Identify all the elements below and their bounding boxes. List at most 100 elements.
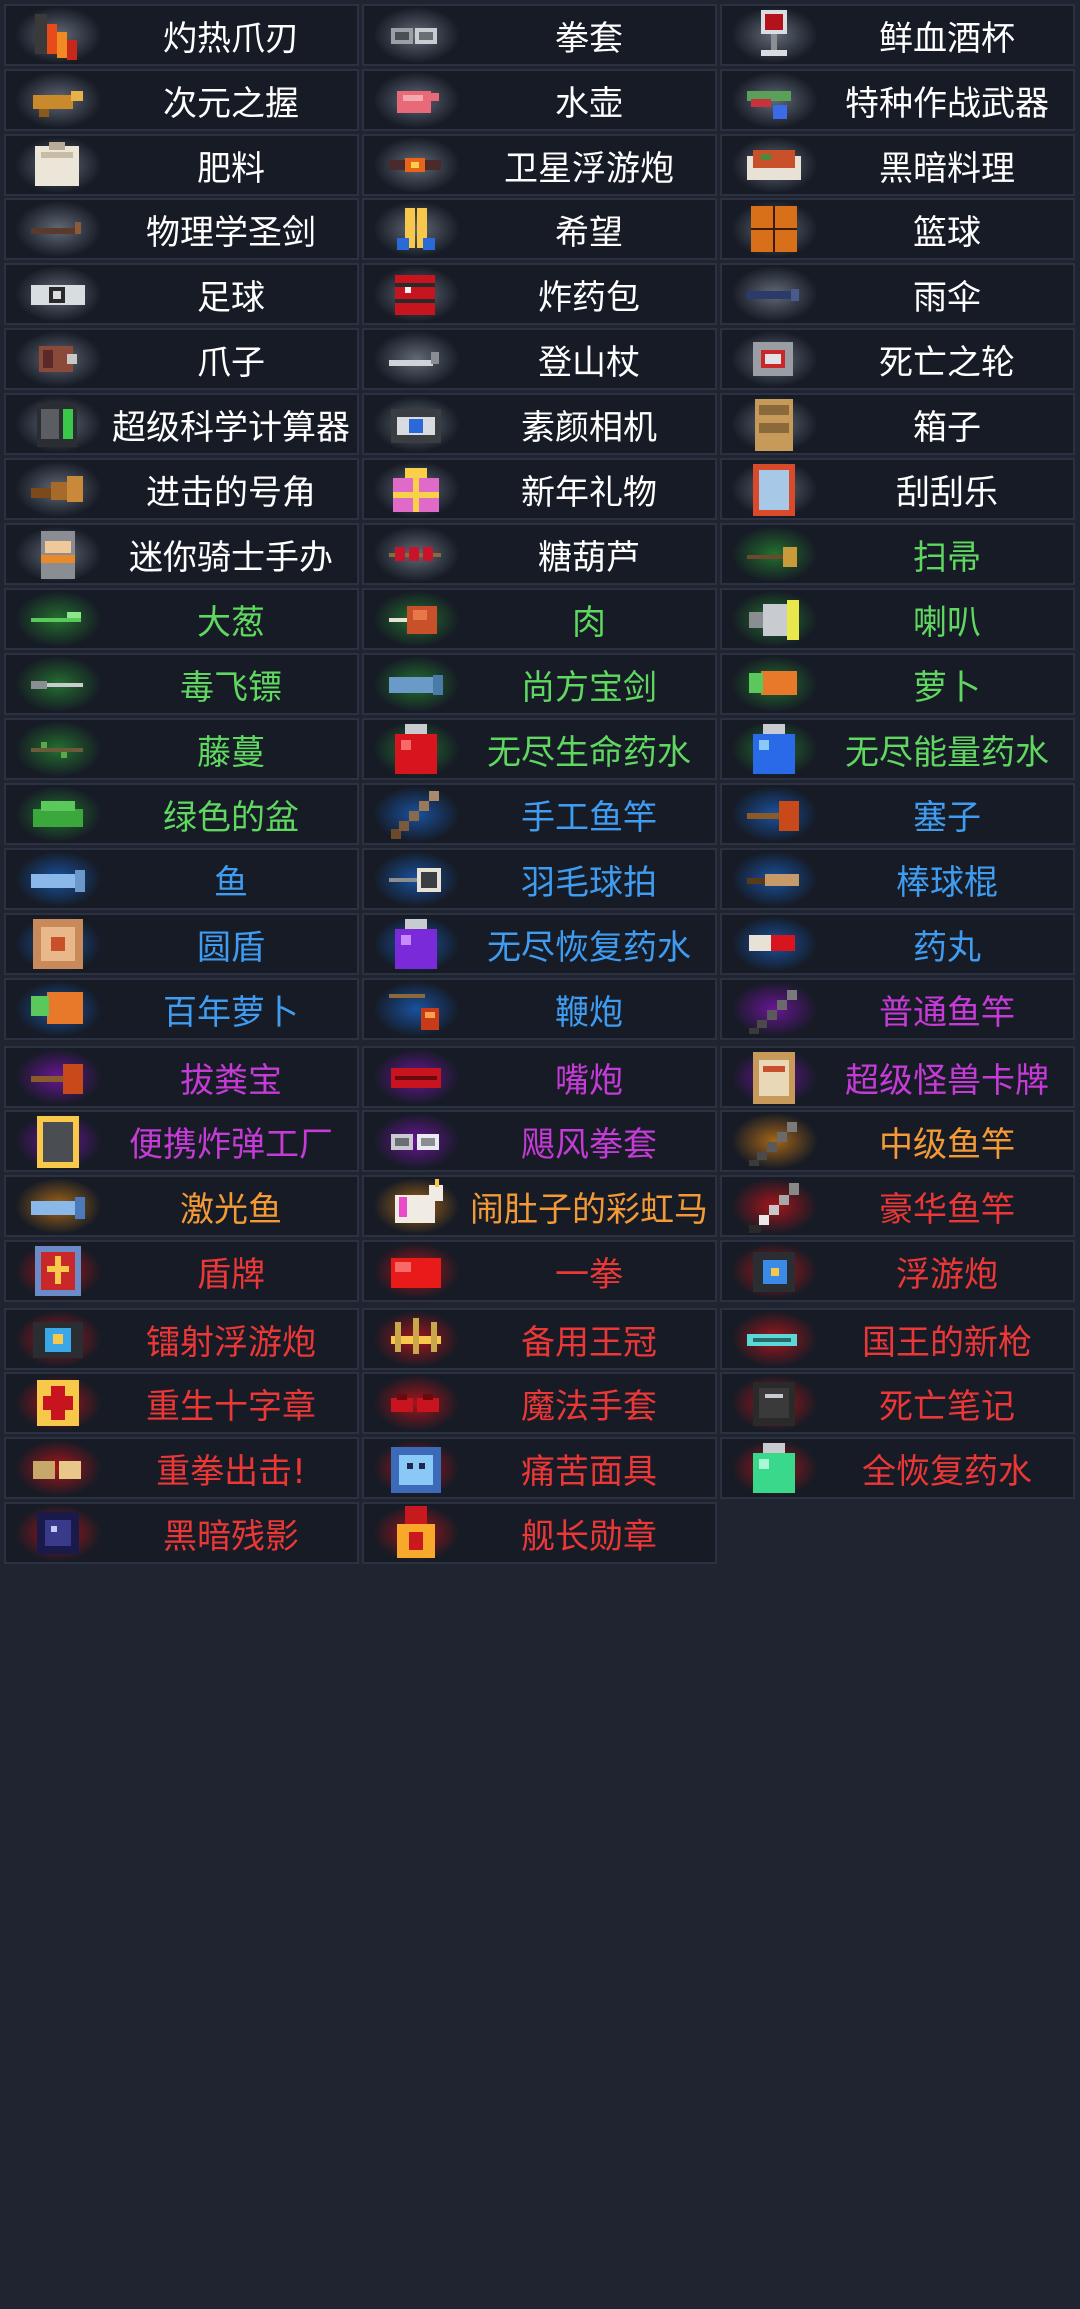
item-name: 新年礼物 (521, 472, 657, 513)
item-cell[interactable]: 物理学圣剑 (4, 198, 359, 260)
item-cell[interactable]: 羽毛球拍 (362, 848, 717, 910)
item-cell[interactable]: 镭射浮游炮 (4, 1308, 359, 1370)
item-name: 素颜相机 (521, 407, 657, 448)
fishing-rod-icon (743, 980, 805, 1038)
item-cell[interactable]: 刮刮乐 (720, 458, 1075, 520)
item-cell[interactable]: 死亡之轮 (720, 328, 1075, 390)
item-cell[interactable]: 超级科学计算器 (4, 393, 359, 455)
item-cell[interactable]: 痛苦面具 (362, 1437, 717, 1499)
item-cell[interactable]: 盾牌 (4, 1240, 359, 1302)
kings-gun-icon (743, 1310, 805, 1368)
item-cell[interactable]: 大葱 (4, 588, 359, 650)
item-cell[interactable]: 次元之握 (4, 69, 359, 131)
red-glove-icon (385, 1242, 447, 1300)
item-cell[interactable]: 备用王冠 (362, 1308, 717, 1370)
item-cell[interactable]: 迷你骑士手办 (4, 523, 359, 585)
item-cell[interactable]: 素颜相机 (362, 393, 717, 455)
item-cell[interactable]: 死亡笔记 (720, 1372, 1075, 1434)
item-name: 羽毛球拍 (521, 862, 657, 903)
item-cell[interactable]: 重拳出击! (4, 1437, 359, 1499)
item-name: 肥料 (197, 148, 265, 189)
broom-icon (743, 525, 805, 583)
item-grid: 灼热爪刃 拳套 鲜血酒杯次元之握 水壶 特种作战武器肥料 卫星浮游炮 黑暗料理物理学圣剑 希望… (0, 0, 1080, 2309)
item-cell[interactable]: 飓风拳套 (362, 1110, 717, 1172)
item-cell[interactable]: 箱子 (720, 393, 1075, 455)
item-cell[interactable]: 灼热爪刃 (4, 4, 359, 66)
item-cell[interactable]: 鞭炮 (362, 978, 717, 1040)
item-cell[interactable]: 无尽能量药水 (720, 718, 1075, 780)
item-cell[interactable]: 豪华鱼竿 (720, 1175, 1075, 1237)
handmade-rod-icon (385, 785, 447, 843)
item-cell[interactable]: 重生十字章 (4, 1372, 359, 1434)
item-cell[interactable]: 糖葫芦 (362, 523, 717, 585)
gauntlets-icon (385, 6, 447, 64)
item-cell[interactable]: 希望 (362, 198, 717, 260)
item-cell[interactable]: 爪子 (4, 328, 359, 390)
item-name: 特种作战武器 (845, 83, 1049, 124)
item-cell[interactable]: 嘴炮 (362, 1046, 717, 1108)
item-cell[interactable]: 激光鱼 (4, 1175, 359, 1237)
item-cell[interactable]: 新年礼物 (362, 458, 717, 520)
item-cell[interactable]: 毒飞镖 (4, 653, 359, 715)
horn-icon (27, 460, 89, 518)
item-cell[interactable]: 闹肚子的彩虹马 (362, 1175, 717, 1237)
item-cell[interactable]: 药丸 (720, 913, 1075, 975)
item-cell[interactable]: 舰长勋章 (362, 1502, 717, 1564)
item-cell[interactable]: 篮球 (720, 198, 1075, 260)
item-cell[interactable]: 扫帚 (720, 523, 1075, 585)
vine-icon (27, 720, 89, 778)
red-potion-icon (385, 720, 447, 778)
item-cell[interactable]: 拳套 (362, 4, 717, 66)
item-cell[interactable]: 登山杖 (362, 328, 717, 390)
badminton-racket-icon (385, 850, 447, 908)
crowbar-icon (27, 200, 89, 258)
item-cell[interactable]: 黑暗残影 (4, 1502, 359, 1564)
item-cell[interactable]: 鲜血酒杯 (720, 4, 1075, 66)
item-cell[interactable]: 萝卜 (720, 653, 1075, 715)
item-cell[interactable]: 肥料 (4, 134, 359, 196)
item-name: 刮刮乐 (896, 472, 998, 513)
item-cell[interactable]: 喇叭 (720, 588, 1075, 650)
item-cell[interactable]: 全恢复药水 (720, 1437, 1075, 1499)
item-cell[interactable]: 水壶 (362, 69, 717, 131)
item-cell[interactable]: 尚方宝剑 (362, 653, 717, 715)
item-cell[interactable]: 无尽恢复药水 (362, 913, 717, 975)
item-cell[interactable]: 鱼 (4, 848, 359, 910)
item-cell[interactable]: 国王的新枪 (720, 1308, 1075, 1370)
fish-icon (27, 850, 89, 908)
item-cell[interactable]: 无尽生命药水 (362, 718, 717, 780)
item-name: 炸药包 (538, 277, 640, 318)
item-name: 国王的新枪 (862, 1322, 1032, 1363)
item-cell[interactable]: 拔粪宝 (4, 1046, 359, 1108)
item-cell[interactable]: 肉 (362, 588, 717, 650)
item-cell[interactable]: 魔法手套 (362, 1372, 717, 1434)
rebirth-cross-icon (27, 1374, 89, 1432)
item-cell[interactable]: 雨伞 (720, 263, 1075, 325)
item-cell[interactable]: 黑暗料理 (720, 134, 1075, 196)
shield-icon (27, 1242, 89, 1300)
item-cell[interactable]: 塞子 (720, 783, 1075, 845)
item-cell[interactable]: 手工鱼竿 (362, 783, 717, 845)
item-cell[interactable]: 藤蔓 (4, 718, 359, 780)
firecracker-icon (385, 980, 447, 1038)
item-cell[interactable]: 绿色的盆 (4, 783, 359, 845)
item-cell[interactable]: 进击的号角 (4, 458, 359, 520)
item-cell[interactable]: 一拳 (362, 1240, 717, 1302)
item-cell[interactable]: 超级怪兽卡牌 (720, 1046, 1075, 1108)
item-cell[interactable]: 棒球棍 (720, 848, 1075, 910)
item-cell[interactable]: 百年萝卜 (4, 978, 359, 1040)
item-cell[interactable]: 炸药包 (362, 263, 717, 325)
item-cell[interactable]: 圆盾 (4, 913, 359, 975)
item-cell[interactable]: 卫星浮游炮 (362, 134, 717, 196)
item-cell[interactable]: 中级鱼竿 (720, 1110, 1075, 1172)
item-name: 肉 (572, 602, 606, 643)
item-cell[interactable]: 便携炸弹工厂 (4, 1110, 359, 1172)
item-name: 物理学圣剑 (146, 212, 316, 253)
item-name: 镭射浮游炮 (146, 1322, 316, 1363)
item-name: 登山杖 (538, 342, 640, 383)
item-cell[interactable]: 普通鱼竿 (720, 978, 1075, 1040)
item-cell[interactable]: 特种作战武器 (720, 69, 1075, 131)
item-cell[interactable]: 浮游炮 (720, 1240, 1075, 1302)
item-name: 中级鱼竿 (879, 1124, 1015, 1165)
item-cell[interactable]: 足球 (4, 263, 359, 325)
